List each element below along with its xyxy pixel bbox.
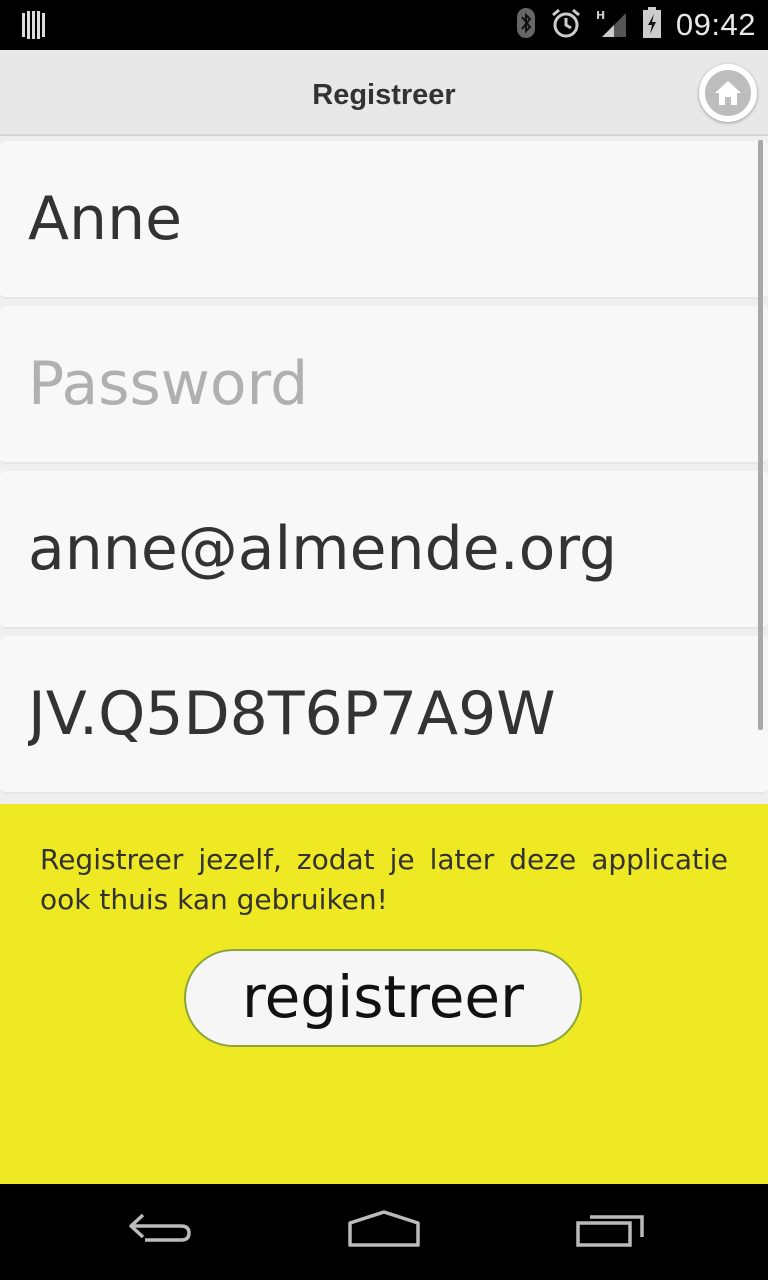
register-button[interactable]: registreer — [184, 949, 582, 1047]
page-title: Registreer — [312, 79, 456, 111]
register-panel: Registreer jezelf, zodat je later deze a… — [0, 804, 768, 1184]
scrollbar[interactable] — [758, 140, 763, 730]
name-field — [0, 141, 768, 299]
back-icon — [125, 1209, 195, 1253]
screen: H 09:42 Registreer Anne anne@almende.org… — [0, 0, 768, 1280]
home-icon — [705, 70, 751, 116]
home-button[interactable] — [699, 64, 757, 122]
home-nav-button[interactable] — [339, 1206, 429, 1256]
nav-bar — [0, 1184, 768, 1280]
recent-apps-button[interactable] — [566, 1206, 656, 1256]
info-text: Registreer jezelf, zodat je later deze a… — [40, 843, 728, 916]
form — [0, 136, 768, 804]
recent-apps-icon — [574, 1209, 648, 1253]
svg-text:H: H — [596, 9, 605, 22]
header: Registreer — [0, 50, 768, 136]
bluetooth-icon — [516, 7, 536, 43]
code-field — [0, 636, 768, 794]
battery-icon — [642, 7, 662, 43]
name-input[interactable] — [28, 141, 728, 297]
status-bar: H 09:42 — [0, 0, 768, 50]
password-input[interactable] — [28, 306, 728, 462]
back-button[interactable] — [115, 1206, 205, 1256]
signal-icon: H — [596, 7, 628, 43]
alarm-icon — [550, 7, 582, 43]
status-icons: H 09:42 — [516, 0, 756, 50]
home-nav-icon — [346, 1209, 422, 1253]
password-field — [0, 306, 768, 464]
code-input[interactable] — [28, 636, 728, 792]
barcode-icon — [22, 11, 48, 39]
status-time: 09:42 — [675, 7, 756, 42]
email-field — [0, 471, 768, 629]
email-input[interactable] — [28, 471, 728, 627]
